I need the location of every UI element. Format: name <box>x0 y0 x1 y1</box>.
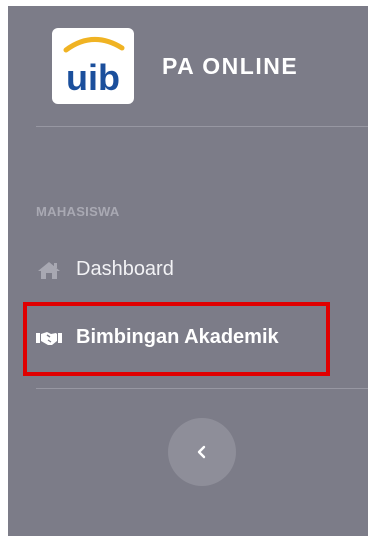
sidebar-item-label: Dashboard <box>76 258 174 280</box>
divider <box>36 126 368 127</box>
sidebar: uib PA ONLINE MAHASISWA Dashboard Bimbin <box>8 6 368 536</box>
svg-text:uib: uib <box>66 57 120 98</box>
sidebar-item-bimbingan-akademik[interactable]: Bimbingan Akademik <box>36 326 279 349</box>
sidebar-collapse-button[interactable] <box>168 418 236 486</box>
handshake-icon <box>36 328 62 348</box>
app-title: PA ONLINE <box>162 52 299 79</box>
section-label-mahasiswa: MAHASISWA <box>36 204 120 219</box>
home-icon <box>36 260 62 280</box>
chevron-left-icon <box>197 445 206 459</box>
divider <box>36 388 368 389</box>
uib-logo-graphic: uib <box>63 37 125 98</box>
sidebar-item-dashboard[interactable]: Dashboard <box>36 258 174 281</box>
sidebar-item-label: Bimbingan Akademik <box>76 326 279 348</box>
brand[interactable]: uib PA ONLINE <box>52 28 298 104</box>
uib-logo: uib <box>52 28 134 104</box>
